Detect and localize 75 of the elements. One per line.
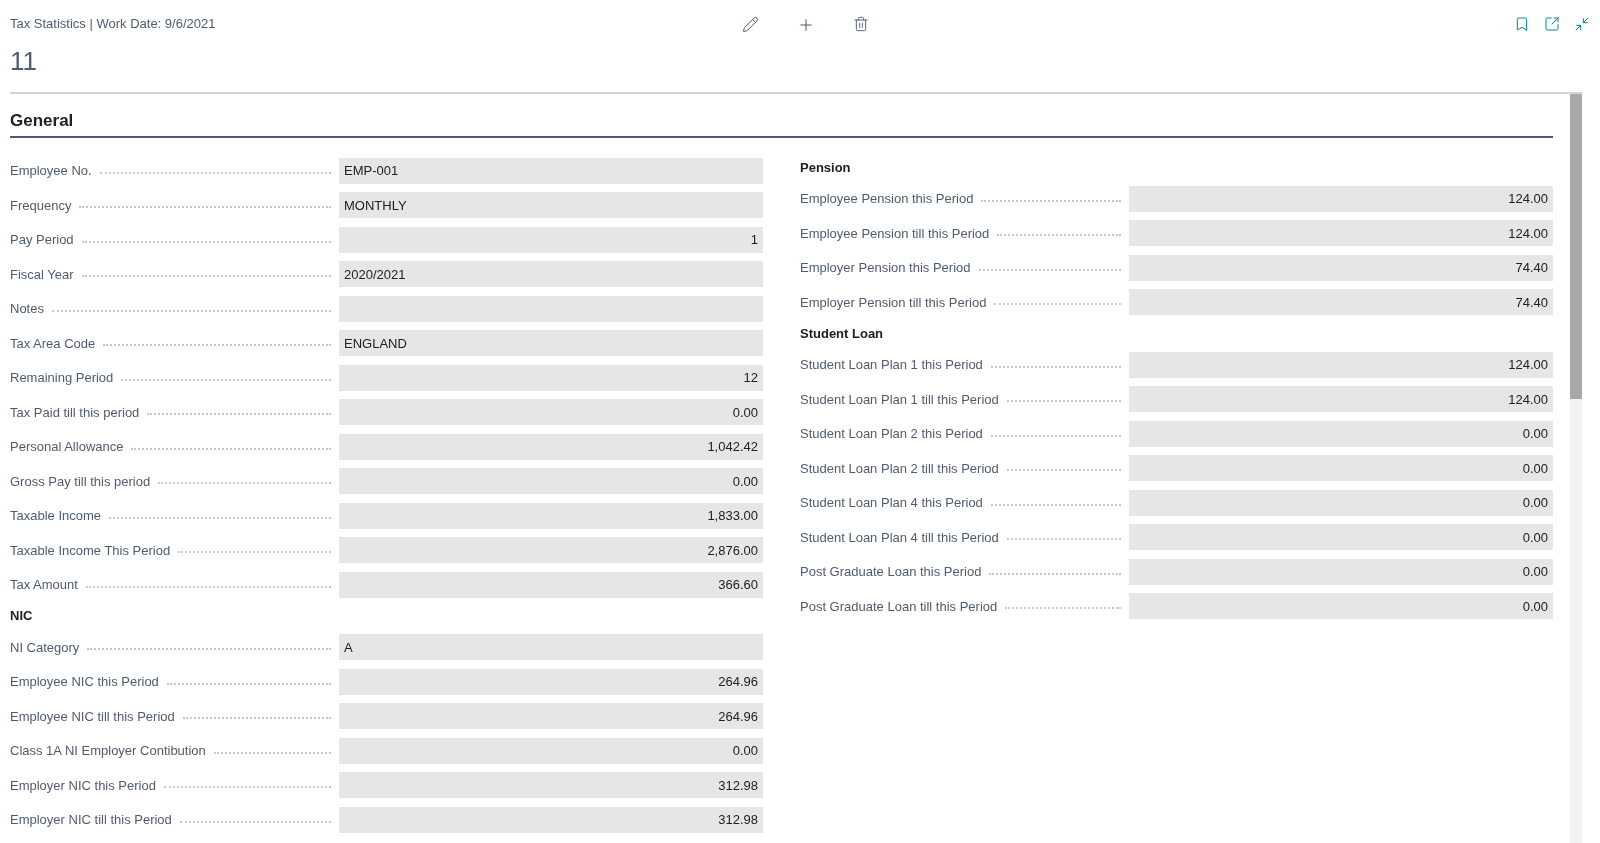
field-label: Employee NIC till this Period [10,707,176,726]
field-label: Student Loan Plan 2 this Period [800,425,984,443]
field-label: Employee Pension till this Period [800,224,991,243]
field-label: Taxable Income This Period [10,541,172,560]
input-field[interactable]: 74.40 [1129,289,1553,316]
field-label: Student Loan Plan 4 this Period [800,494,984,512]
input-field[interactable]: 124.00 [1129,185,1553,212]
field-label: Personal Allowance [10,438,125,456]
field-label: NI Category [10,638,81,657]
input-field[interactable]: 0.00 [339,737,763,764]
section-title[interactable]: General [10,94,1553,138]
field-label: Student Loan Plan 4 till this Period [800,528,1000,547]
field-label: Tax Paid till this period [10,403,141,422]
bookmark-icon[interactable] [1514,16,1530,32]
field-label: Student Loan Plan 2 till this Period [800,459,1000,478]
field-label: Employee Pension this Period [800,190,975,208]
field-label: Gross Pay till this period [10,472,152,491]
input-field[interactable]: A [339,634,763,661]
field-label: Post Graduate Loan till this Period [800,597,999,616]
open-new-window-icon[interactable] [1544,16,1560,32]
field-label: Pay Period [10,231,75,249]
delete-icon[interactable] [853,16,869,32]
field-label: Student Loan Plan 1 this Period [800,356,984,374]
input-field[interactable]: 124.00 [1129,386,1553,413]
input-field[interactable]: MONTHLY [339,192,763,219]
field-label: Tax Amount [10,576,79,594]
field-label: Employer NIC till this Period [10,811,173,829]
input-field[interactable]: 2020/2021 [339,261,763,288]
input-field[interactable]: EMP-001 [339,157,763,184]
input-field[interactable]: 1 [339,226,763,253]
input-field[interactable]: 0.00 [1129,420,1553,447]
page-caption: Tax Statistics | Work Date: 9/6/2021 [10,15,217,33]
group-heading: Student Loan [800,324,885,343]
input-field[interactable]: 0.00 [1129,489,1553,516]
input-field[interactable]: 0.00 [339,399,763,426]
add-icon[interactable] [797,16,815,34]
field-label: Employer Pension this Period [800,259,972,277]
edit-icon[interactable] [742,16,759,33]
field-label: Fiscal Year [10,265,75,284]
input-field[interactable]: 12 [339,364,763,391]
record-title: 11 [10,44,38,78]
field-label: Frequency [10,196,73,215]
field-label: Post Graduate Loan this Period [800,563,983,581]
input-field[interactable]: 74.40 [1129,254,1553,281]
input-field[interactable]: 0.00 [1129,593,1553,620]
collapse-icon[interactable] [1574,16,1590,32]
field-label: Tax Area Code [10,334,97,353]
input-field[interactable]: ENGLAND [339,330,763,357]
input-field[interactable]: 1,042.42 [339,433,763,460]
input-field[interactable]: 124.00 [1129,220,1553,247]
input-field[interactable]: 312.98 [339,806,763,833]
input-field[interactable]: 0.00 [339,468,763,495]
input-field[interactable]: 0.00 [1129,558,1553,585]
group-heading: NIC [10,607,34,626]
input-field[interactable]: 0.00 [1129,455,1553,482]
field-label: Employee NIC this Period [10,673,160,691]
group-heading: Pension [800,158,852,177]
input-field[interactable]: 264.96 [339,668,763,695]
field-label: Employee No. [10,162,93,180]
input-field[interactable]: 124.00 [1129,351,1553,378]
input-field[interactable] [339,295,763,322]
field-label: Employer Pension till this Period [800,293,988,312]
field-label: Notes [10,300,45,318]
input-field[interactable]: 0.00 [1129,524,1553,551]
input-field[interactable]: 312.98 [339,772,763,799]
input-field[interactable]: 1,833.00 [339,502,763,529]
field-label: Student Loan Plan 1 till this Period [800,390,1000,409]
field-label: Remaining Period [10,369,115,387]
field-label: Employer NIC this Period [10,776,157,795]
input-field[interactable]: 264.96 [339,703,763,730]
input-field[interactable]: 2,876.00 [339,537,763,564]
field-label: Taxable Income [10,507,103,525]
input-field[interactable]: 366.60 [339,571,763,598]
field-label: Class 1A NI Employer Contibution [10,742,207,760]
scrollbar-thumb[interactable] [1570,94,1582,399]
